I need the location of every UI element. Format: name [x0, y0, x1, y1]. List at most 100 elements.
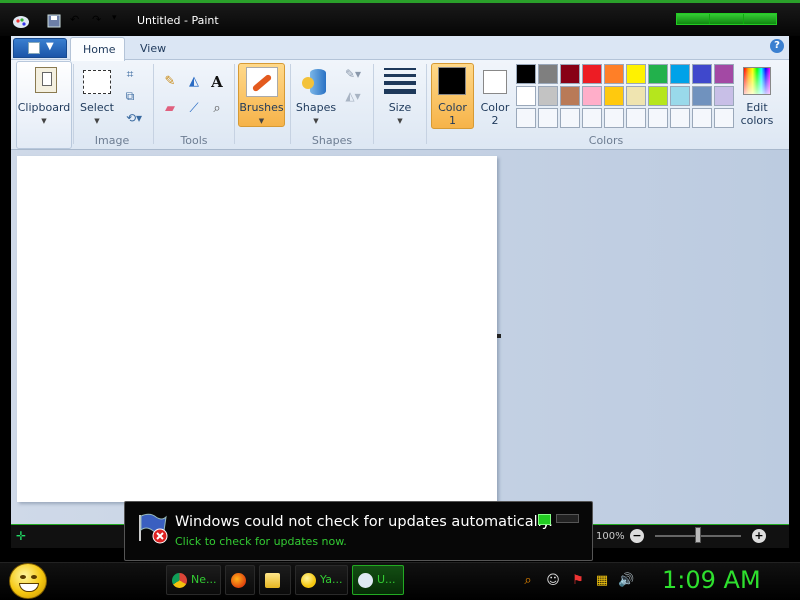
search-icon[interactable]: ⌕ — [520, 573, 536, 589]
taskbar-button-explorer[interactable] — [259, 565, 291, 595]
taskbar-button-firefox[interactable] — [225, 565, 255, 595]
palette-swatch[interactable] — [648, 108, 668, 128]
palette-swatch[interactable] — [692, 64, 712, 84]
palette-swatch[interactable] — [692, 86, 712, 106]
update-notification-balloon[interactable] — [124, 501, 593, 561]
resize-icon[interactable]: ⧉ — [122, 88, 138, 104]
volume-icon[interactable]: 🔊 — [618, 573, 634, 589]
group-separator — [373, 64, 374, 144]
clipboard-dropdown-icon[interactable]: ▼ — [16, 117, 72, 125]
start-button[interactable] — [9, 563, 47, 599]
palette-swatch[interactable] — [560, 108, 580, 128]
pencil-icon[interactable]: ✎ — [160, 72, 180, 92]
taskbar-clock[interactable]: 1:09 AM — [662, 566, 761, 594]
notification-close-button[interactable] — [556, 514, 579, 523]
notification-options-button[interactable] — [538, 514, 551, 525]
quick-access-dropdown-icon[interactable]: ▾ — [112, 13, 117, 23]
color1-label: Color — [438, 101, 467, 114]
palette-swatch[interactable] — [626, 86, 646, 106]
palette-swatch[interactable] — [516, 108, 536, 128]
palette-swatch[interactable] — [538, 108, 558, 128]
zoom-out-button[interactable]: − — [630, 529, 644, 543]
fill-bucket-icon[interactable]: ◭ — [184, 72, 204, 92]
paint-menu-button[interactable]: ▼ — [13, 38, 67, 58]
palette-swatch[interactable] — [604, 108, 624, 128]
palette-swatch[interactable] — [626, 108, 646, 128]
tab-home[interactable]: Home — [70, 37, 125, 61]
zoom-slider-thumb[interactable] — [695, 527, 701, 543]
palette-swatch[interactable] — [604, 64, 624, 84]
edit-colors-icon[interactable] — [743, 67, 771, 95]
palette-swatch[interactable] — [648, 64, 668, 84]
palette-swatch[interactable] — [714, 108, 734, 128]
brushes-dropdown-icon[interactable]: ▼ — [238, 117, 285, 125]
fill-icon[interactable]: ◭▾ — [341, 88, 365, 104]
crop-icon[interactable]: ⌗ — [122, 66, 138, 82]
redo-icon[interactable]: ↷ — [92, 13, 101, 26]
palette-swatch[interactable] — [714, 86, 734, 106]
action-center-flag-icon[interactable]: ⚑ — [570, 573, 586, 589]
edit-colors-label: Edit — [746, 101, 768, 114]
network-icon[interactable]: ▦ — [594, 573, 610, 589]
group-separator — [234, 64, 235, 144]
brush-icon — [246, 67, 278, 97]
select-dropdown-icon[interactable]: ▼ — [76, 117, 118, 125]
palette-swatch[interactable] — [692, 108, 712, 128]
palette-swatch[interactable] — [670, 108, 690, 128]
group-separator — [426, 64, 427, 144]
palette-swatch[interactable] — [582, 86, 602, 106]
minimize-button[interactable] — [677, 14, 711, 24]
notification-link[interactable]: Click to check for updates now. — [175, 535, 347, 548]
palette-swatch[interactable] — [538, 64, 558, 84]
taskbar-button-paint[interactable]: U... — [352, 565, 404, 595]
shapes-button-label: Shapes — [295, 101, 337, 114]
messenger-tray-icon[interactable]: ☺ — [545, 573, 561, 589]
palette-swatch[interactable] — [560, 64, 580, 84]
tab-view[interactable]: View — [128, 37, 178, 61]
magnifier-icon[interactable]: ⌕ — [207, 99, 227, 119]
help-icon[interactable]: ? — [770, 39, 784, 53]
select-icon[interactable] — [83, 70, 111, 94]
palette-swatch[interactable] — [648, 86, 668, 106]
palette-swatch[interactable] — [582, 108, 602, 128]
close-button[interactable] — [743, 14, 776, 24]
rotate-icon[interactable]: ⟲▾ — [122, 110, 146, 126]
shapes-dropdown-icon[interactable]: ▼ — [294, 117, 338, 125]
maximize-button[interactable] — [710, 14, 744, 24]
save-icon[interactable] — [47, 14, 61, 31]
windows-update-error-icon — [136, 511, 170, 545]
color-picker-icon[interactable]: ⟋ — [184, 99, 204, 119]
size-dropdown-icon[interactable]: ▼ — [378, 117, 422, 125]
drawing-canvas[interactable] — [17, 156, 497, 502]
brushes-label: Brushes — [239, 101, 284, 114]
clipboard-label: Clipboard — [17, 101, 71, 114]
palette-swatch[interactable] — [538, 86, 558, 106]
text-tool-icon[interactable]: A — [207, 72, 227, 92]
eraser-icon[interactable]: ▰ — [160, 99, 180, 119]
taskbar-button-chrome[interactable]: Ne... — [166, 565, 221, 595]
palette-swatch[interactable] — [714, 64, 734, 84]
palette-swatch[interactable] — [560, 86, 580, 106]
outline-icon[interactable]: ✎▾ — [341, 66, 365, 82]
canvas-resize-handle[interactable] — [497, 334, 501, 338]
palette-swatch[interactable] — [670, 64, 690, 84]
taskbar-button-yahoo[interactable]: Ya... — [295, 565, 348, 595]
color1-label-number: 1 — [449, 114, 456, 127]
line-size-icon[interactable] — [384, 68, 416, 94]
undo-icon[interactable]: ↶ — [70, 13, 79, 26]
palette-swatch[interactable] — [604, 86, 624, 106]
palette-swatch[interactable] — [516, 86, 536, 106]
zoom-in-button[interactable]: + — [752, 529, 766, 543]
palette-swatch[interactable] — [582, 64, 602, 84]
shapes-group-label: Shapes — [311, 134, 353, 147]
palette-swatch[interactable] — [626, 64, 646, 84]
palette-swatch[interactable] — [670, 86, 690, 106]
shapes-icon[interactable] — [302, 67, 332, 97]
color-palette — [516, 64, 738, 130]
yahoo-messenger-icon — [301, 573, 316, 588]
group-separator — [153, 64, 154, 144]
color2-swatch[interactable] — [483, 70, 507, 94]
palette-swatch[interactable] — [516, 64, 536, 84]
paint-app-icon[interactable] — [12, 13, 30, 29]
image-group-label: Image — [94, 134, 130, 147]
